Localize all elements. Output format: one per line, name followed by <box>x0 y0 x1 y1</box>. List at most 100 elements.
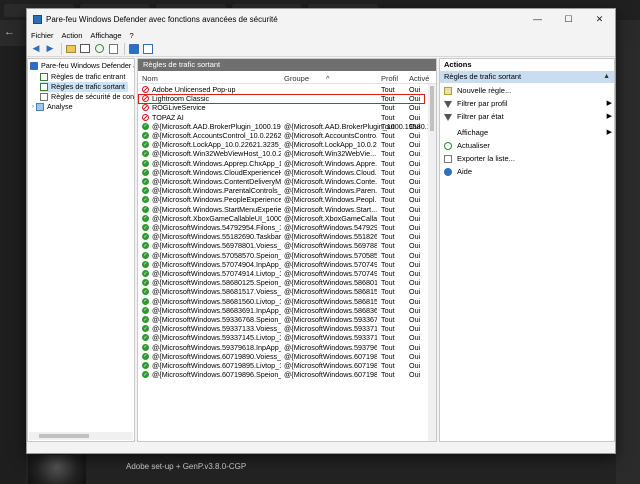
export-icon[interactable] <box>107 43 119 55</box>
action-item[interactable]: Affichage ▶ <box>444 127 612 139</box>
rules-vertical-scrollbar[interactable] <box>428 84 436 441</box>
expand-chevron-icon[interactable]: › <box>32 102 34 112</box>
menu-help[interactable]: ? <box>130 31 134 40</box>
collapse-icon[interactable]: ▲ <box>603 71 610 83</box>
tree-item-connection-security[interactable]: Règles de sécurité de connexion <box>40 92 134 102</box>
rule-name-cell: ✓ @{MicrosoftWindows.55182690.Taskbar_1..… <box>142 232 281 241</box>
table-row[interactable]: ✓ @{MicrosoftWindows.60719890.Voiess_10..… <box>138 352 426 361</box>
table-row[interactable]: ✓ @{MicrosoftWindows.60719895.Livtop_10..… <box>138 361 426 370</box>
allow-rule-icon: ✓ <box>142 260 149 268</box>
menu-view[interactable]: Affichage <box>90 31 121 40</box>
column-name[interactable]: Nom <box>142 74 158 83</box>
tree-item-outbound[interactable]: Règles de trafic sortant <box>40 82 128 92</box>
table-row[interactable]: ✓@{MicrosoftWindows.59336768.Speion_10..… <box>138 315 426 324</box>
action-item[interactable]: Actualiser <box>444 140 612 152</box>
tree-horizontal-scrollbar[interactable] <box>29 432 133 440</box>
table-row[interactable]: ✓ @{MicrosoftWindows.58683691.InpApp_1...… <box>138 306 426 315</box>
browser-back-icon[interactable]: ← <box>4 26 15 38</box>
tree-item-label: Analyse <box>47 102 73 111</box>
table-row[interactable]: ✓@{MicrosoftWindows.58680125.Speion_10..… <box>138 278 426 287</box>
rule-name-cell: ✓ @{MicrosoftWindows.58681517.Voiess_10..… <box>142 287 281 296</box>
table-row[interactable]: Adobe Unlicensed Pop-up Tout Oui <box>138 85 426 94</box>
table-row[interactable]: ✓ @{MicrosoftWindows.57074904.InpApp_1...… <box>138 260 426 269</box>
action-item[interactable]: Filtrer par état ▶ <box>444 111 612 123</box>
table-row[interactable]: ✓@{Microsoft.XboxGameCallableUI_1000.22.… <box>138 214 426 223</box>
action-item[interactable]: Nouvelle règle... <box>444 85 612 97</box>
table-row[interactable]: TOPAZ AI Tout Oui <box>138 113 426 122</box>
rule-active: Oui <box>409 333 421 343</box>
rule-active: Oui <box>409 195 421 205</box>
table-row[interactable]: ✓ @{Microsoft.Windows.ContentDeliveryMa..… <box>138 177 426 186</box>
rule-name: @{MicrosoftWindows.58680125.Speion_10... <box>152 278 281 288</box>
actions-panel: Actions Règles de trafic sortant ▲ Nouve… <box>439 58 615 442</box>
firewall-app-icon <box>33 14 42 24</box>
table-row[interactable]: ✓@{Microsoft.Win32WebViewHost_10.0.226..… <box>138 149 426 158</box>
allow-rule-icon: ✓ <box>142 297 149 305</box>
table-row[interactable]: ✓ @{Microsoft.Windows.Apprep.ChxApp_10...… <box>138 159 426 168</box>
menu-action[interactable]: Action <box>62 31 83 40</box>
rule-name: @{MicrosoftWindows.60719895.Livtop_10... <box>152 361 281 370</box>
tree-root[interactable]: Pare-feu Windows Defender avec sécurité … <box>30 61 134 71</box>
rule-profile: Tout <box>381 195 395 205</box>
submenu-arrow-icon: ▶ <box>606 129 612 136</box>
rule-name: Adobe Unlicensed Pop-up <box>152 85 236 94</box>
up-folder-icon[interactable] <box>65 43 77 55</box>
close-button[interactable]: ✕ <box>584 9 615 29</box>
rule-profile: Tout <box>381 149 395 159</box>
tree-item-monitoring[interactable]: › Analyse <box>32 102 73 112</box>
tree-item-inbound[interactable]: Règles de trafic entrant <box>40 72 125 82</box>
rule-group: @{MicrosoftWindows.570749... <box>284 259 377 269</box>
table-row[interactable]: ✓ @{MicrosoftWindows.58681560.Livtop_10..… <box>138 297 426 306</box>
column-group[interactable]: Groupe <box>284 74 309 83</box>
rule-name: @{MicrosoftWindows.60719890.Voiess_10... <box>152 351 281 361</box>
tooltip-overflow-group: @{Microsoft.AAD.BrokerPlugin_1000.19580.… <box>284 121 436 131</box>
menu-file[interactable]: Fichier <box>31 31 54 40</box>
help-icon[interactable] <box>128 43 140 55</box>
allow-rule-icon: ✓ <box>142 168 149 176</box>
table-row[interactable]: ✓@{MicrosoftWindows.57058570.Speion_10..… <box>138 251 426 260</box>
rule-group: @{MicrosoftWindows.593367... <box>284 315 377 324</box>
table-row[interactable]: ✓ @{Microsoft.Windows.StartMenuExperien..… <box>138 205 426 214</box>
action-item[interactable]: Aide <box>444 166 612 178</box>
table-row[interactable]: ✓@{MicrosoftWindows.60719896.Speion_10..… <box>138 370 426 379</box>
table-row[interactable]: ✓ @{MicrosoftWindows.59337133.Voiess_10..… <box>138 324 426 333</box>
table-row[interactable]: ✓ @{MicrosoftWindows.59337145.Livtop_10..… <box>138 333 426 342</box>
table-row[interactable]: ROGLiveService Tout Oui <box>138 103 426 112</box>
inbound-rules-icon <box>40 73 48 81</box>
column-active[interactable]: Activé <box>409 74 429 83</box>
properties-icon[interactable] <box>142 43 154 55</box>
maximize-button[interactable]: ☐ <box>553 9 584 29</box>
rule-active: Oui <box>409 223 421 232</box>
table-row[interactable]: ✓ @{MicrosoftWindows.59379618.InpApp_1...… <box>138 343 426 352</box>
rule-name: @{Microsoft.Windows.ContentDeliveryMa... <box>152 177 281 186</box>
table-row[interactable]: ✓ @{Microsoft.Windows.PeopleExperienceH..… <box>138 195 426 204</box>
table-row[interactable]: ✓ @{MicrosoftWindows.55182690.Taskbar_1..… <box>138 232 426 241</box>
table-row[interactable]: ✓ @{MicrosoftWindows.58681517.Voiess_10..… <box>138 287 426 296</box>
back-arrow-icon[interactable]: ◀ <box>30 43 42 55</box>
refresh-icon[interactable] <box>93 43 105 55</box>
actions-section-header[interactable]: Règles de trafic sortant ▲ <box>440 71 614 83</box>
table-row[interactable]: ✓@{MicrosoftWindows.54792954.Filons_100.… <box>138 223 426 232</box>
table-row[interactable]: ✓@{Microsoft.AccountsControl_10.0.22621.… <box>138 131 426 140</box>
rule-active: Oui <box>409 204 421 214</box>
table-row[interactable]: ✓ @{MicrosoftWindows.57074914.Livtop_10..… <box>138 269 426 278</box>
column-profile[interactable]: Profil <box>381 74 398 83</box>
rule-group: @{Microsoft.Windows.Paren... <box>284 186 377 196</box>
table-row[interactable]: ✓ @{Microsoft.Windows.CloudExperienceHo..… <box>138 168 426 177</box>
table-row[interactable]: ✓@{Microsoft.LockApp_10.0.22621.3235_neu… <box>138 140 426 149</box>
action-item[interactable]: Exporter la liste... <box>444 153 612 165</box>
rule-profile: Tout <box>381 333 395 343</box>
rule-group: @{Microsoft.Windows.Appre... <box>284 158 377 168</box>
table-row[interactable]: ✓ @{Microsoft.Windows.ParentalControls_1.… <box>138 186 426 195</box>
rule-name-cell: ✓ @{MicrosoftWindows.60719890.Voiess_10..… <box>142 352 281 361</box>
rule-name: @{MicrosoftWindows.58681517.Voiess_10... <box>152 287 281 297</box>
show-hide-tree-icon[interactable] <box>79 43 91 55</box>
table-row[interactable]: ✓ @{MicrosoftWindows.56978801.Voiess_10..… <box>138 241 426 250</box>
rule-profile: Tout <box>381 315 395 324</box>
rule-name-cell: ✓ @{MicrosoftWindows.56978801.Voiess_10..… <box>142 241 281 250</box>
forward-arrow-icon[interactable]: ▶ <box>44 43 56 55</box>
rule-name-cell: ✓ @{MicrosoftWindows.59379618.InpApp_1... <box>142 343 281 352</box>
allow-rule-icon: ✓ <box>142 343 149 351</box>
minimize-button[interactable]: — <box>522 9 553 29</box>
action-item[interactable]: Filtrer par profil ▶ <box>444 98 612 110</box>
